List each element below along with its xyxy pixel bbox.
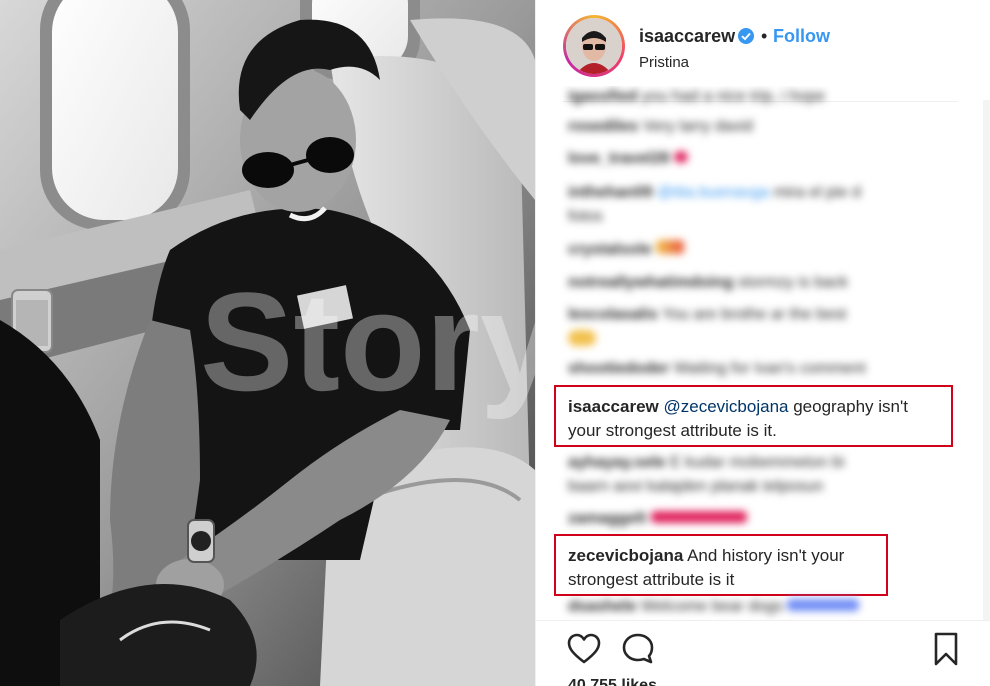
post-actions: 40,755 likes — [536, 620, 990, 686]
blurred-comment: crystalsole — [568, 240, 685, 259]
highlighted-comment: isaaccarew @zecevicbojana geography isn'… — [554, 385, 953, 447]
blurred-comment: love_travel28 — [568, 150, 688, 168]
blurred-comment — [568, 330, 596, 351]
heart-icon[interactable] — [566, 631, 602, 667]
blurred-comment: rosediles Very larry david — [568, 118, 753, 135]
likes-count[interactable]: 40,755 likes — [568, 677, 657, 686]
comment-text-line1: geography isn't — [788, 397, 908, 416]
blurred-comment: baarn aovi kalajden planak telposun — [568, 478, 824, 495]
blurred-comment: ayhayay.sele E kudar mobemmeton bi — [568, 454, 845, 471]
post-header: isaaccarew • Follow Pristina — [536, 0, 990, 86]
follow-button[interactable]: Follow — [773, 26, 830, 47]
comment-username[interactable]: zecevicbojana — [568, 546, 683, 565]
post-username[interactable]: isaaccarew — [639, 26, 735, 47]
avatar-story-ring[interactable] — [563, 15, 625, 77]
post-photo: Storyal — [0, 0, 535, 686]
comment-text-line2: strongest attribute is it — [568, 570, 735, 589]
separator-dot: • — [761, 26, 768, 46]
instagram-post: Storyal isaaccarew — [0, 0, 990, 686]
verified-badge-icon — [738, 28, 754, 44]
comment-username[interactable]: isaaccarew — [568, 397, 659, 416]
comment-body: zecevicbojana And history isn't your str… — [568, 544, 844, 592]
blurred-comment: lexcolasalis You are brothe ar the best — [568, 306, 847, 323]
comments-scrollbar[interactable] — [983, 100, 990, 620]
blurred-comment: igassfied you had a nice trip, i hope — [568, 88, 826, 105]
photo-illustration — [0, 0, 535, 686]
comment-body: isaaccarew @zecevicbojana geography isn'… — [568, 395, 908, 443]
post-side-panel: isaaccarew • Follow Pristina igassfied y… — [535, 0, 990, 686]
comment-text-line1: And history isn't your — [683, 546, 845, 565]
bookmark-icon[interactable] — [928, 631, 964, 667]
blurred-comment: dsashele Welcome bear dogs — [568, 598, 860, 616]
blurred-comment: inthehan09 @tita.buenavga mira el pie d — [568, 184, 861, 201]
avatar[interactable] — [566, 18, 622, 74]
highlighted-comment: zecevicbojana And history isn't your str… — [554, 534, 888, 596]
blurred-comment: fotos — [568, 208, 603, 225]
blurred-comment: notreallywhatimdoing stormzy is back — [568, 274, 849, 291]
comment-mention[interactable]: @zecevicbojana — [663, 397, 788, 416]
post-location[interactable]: Pristina — [639, 54, 689, 71]
comments-list: igassfied you had a nice trip, i hope ro… — [536, 86, 990, 620]
comment-bubble-icon[interactable] — [620, 631, 656, 667]
comment-text-line2: your strongest attribute is it. — [568, 421, 777, 440]
blurred-comment: shootiedoder Waiting for Ivan's comment — [568, 360, 866, 377]
avatar-image — [566, 18, 622, 74]
blurred-comment: zamaggelt — [568, 510, 747, 528]
